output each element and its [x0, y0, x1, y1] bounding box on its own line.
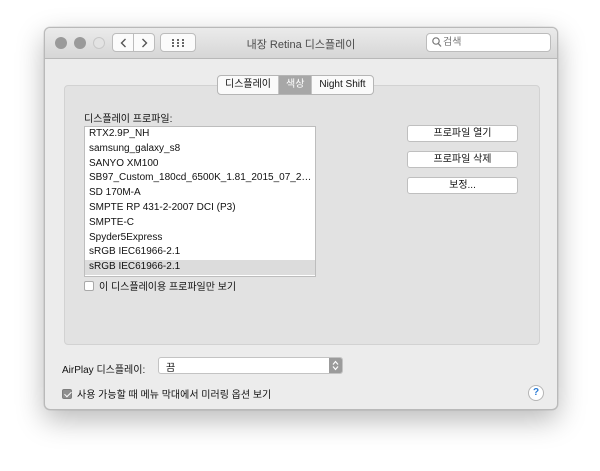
search-input[interactable]: [443, 35, 543, 50]
list-item[interactable]: SMPTE-C: [85, 216, 315, 231]
only-this-display-checkbox[interactable]: [84, 280, 94, 291]
display-profile-label: 디스플레이 프로파일:: [84, 114, 173, 125]
list-item-selected[interactable]: sRGB IEC61966-2.1: [85, 260, 315, 275]
only-this-display-label: 이 디스플레이용 프로파일만 보기: [99, 282, 237, 293]
help-button[interactable]: ?: [528, 385, 544, 401]
list-item[interactable]: sRGB IEC61966-2.1: [85, 245, 315, 260]
only-this-display-checkbox-row[interactable]: 이 디스플레이용 프로파일만 보기: [84, 278, 236, 293]
segmented-tabs: 디스플레이 색상 Night Shift: [217, 75, 374, 95]
list-item[interactable]: SD 170M-A: [85, 186, 315, 201]
delete-profile-button[interactable]: 프로파일 삭제: [407, 151, 518, 168]
tab-display[interactable]: 디스플레이: [218, 76, 279, 94]
airplay-display-select[interactable]: 끔: [158, 357, 343, 374]
list-item[interactable]: SANYO XM100: [85, 157, 315, 172]
mirroring-option-checkbox-row[interactable]: 사용 가능할 때 메뉴 막대에서 미러링 옵션 보기: [62, 386, 271, 401]
airplay-display-value: 끔: [166, 363, 176, 374]
airplay-display-label: AirPlay 디스플레이:: [62, 365, 146, 376]
profile-list[interactable]: RTX2.9P_NH samsung_galaxy_s8 SANYO XM100…: [84, 126, 316, 277]
calibrate-button[interactable]: 보정...: [407, 177, 518, 194]
list-item[interactable]: SMPTE RP 431-2-2007 DCI (P3): [85, 201, 315, 216]
mirroring-option-label: 사용 가능할 때 메뉴 막대에서 미러링 옵션 보기: [77, 390, 272, 401]
preferences-window: 내장 Retina 디스플레이 디스플레이 색상 Night Shift 디스플…: [44, 27, 558, 410]
tab-color[interactable]: 색상: [279, 76, 313, 94]
mirroring-option-checkbox[interactable]: [62, 388, 72, 399]
search-field[interactable]: [426, 33, 551, 52]
tab-night-shift[interactable]: Night Shift: [312, 76, 372, 94]
list-item[interactable]: Spyder5Express: [85, 231, 315, 246]
title-bar: 내장 Retina 디스플레이: [45, 28, 557, 59]
open-profile-button[interactable]: 프로파일 열기: [407, 125, 518, 142]
search-icon: [432, 37, 442, 47]
list-item[interactable]: RTX2.9P_NH: [85, 127, 315, 142]
updown-arrows-icon: [329, 358, 342, 373]
list-item[interactable]: SB97_Custom_180cd_6500K_1.81_2015_07_25_…: [85, 171, 315, 186]
list-item[interactable]: samsung_galaxy_s8: [85, 142, 315, 157]
